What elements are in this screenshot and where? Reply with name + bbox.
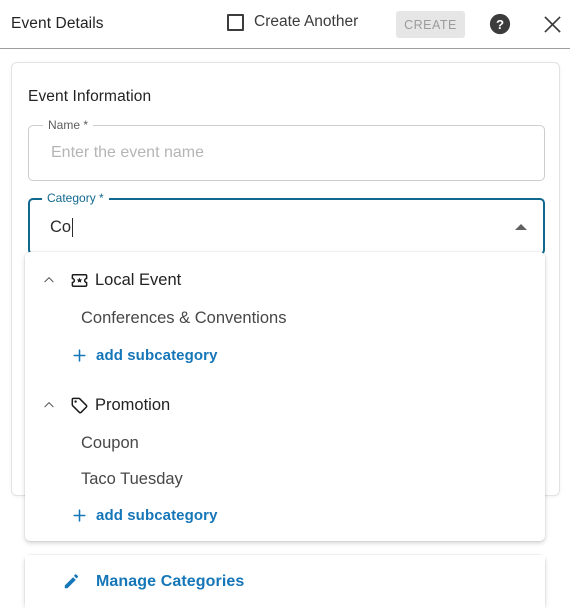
chevron-up-icon[interactable] [38,269,60,291]
add-subcategory-label: add subcategory [96,346,218,364]
manage-categories-label: Manage Categories [96,572,245,590]
add-subcategory-label: add subcategory [96,506,218,524]
manage-categories-panel[interactable]: Manage Categories [25,555,545,608]
tag-icon [68,394,90,416]
triangle-up-icon[interactable] [515,224,527,230]
dropdown-group-label: Promotion [95,395,171,414]
manage-categories-button[interactable]: Manage Categories [25,555,545,608]
subcategory-label: Conferences & Conventions [81,308,287,327]
text-caret [72,218,74,237]
subcategory-label: Coupon [81,433,139,452]
subcategory-label: Taco Tuesday [81,469,183,488]
dropdown-group-promotion[interactable]: Promotion [25,391,545,419]
plus-icon [70,346,88,364]
svg-text:?: ? [496,17,504,32]
add-subcategory-row-promotion[interactable]: add subcategory [25,502,545,528]
dropdown-group-local-event[interactable]: Local Event [25,266,545,294]
category-dropdown-panel[interactable]: Local Event Conferences & Conventions ad… [25,252,545,541]
dropdown-group-label: Local Event [95,270,182,289]
add-subcategory-button[interactable]: add subcategory [70,346,218,364]
add-subcategory-row-local-event[interactable]: add subcategory [25,342,545,368]
event-name-field[interactable]: Name * Enter the event name [28,118,545,181]
close-icon[interactable] [542,14,563,35]
dropdown-subcategory-item[interactable]: Taco Tuesday [25,466,545,492]
add-subcategory-button[interactable]: add subcategory [70,506,218,524]
section-title: Event Information [28,88,152,105]
pencil-icon [61,572,81,592]
event-name-label: Name * [43,118,94,132]
plus-icon [70,506,88,524]
category-input-wrapper[interactable]: Co [50,218,74,237]
chevron-up-icon[interactable] [38,394,60,416]
checkbox-box[interactable] [227,13,244,31]
page-title: Event Details [11,15,104,32]
dropdown-subcategory-item[interactable]: Conferences & Conventions [25,305,545,331]
event-name-input[interactable]: Enter the event name [51,144,204,162]
help-icon[interactable]: ? [489,13,511,35]
create-another-checkbox[interactable]: Create Another [227,13,358,31]
dropdown-subcategory-item[interactable]: Coupon [25,430,545,456]
dialog-header: Event Details Create Another CREATE ? [0,0,570,49]
category-input[interactable]: Co [50,218,71,237]
category-label: Category * [42,191,109,205]
category-field[interactable]: Category * Co [28,191,545,255]
ticket-icon [68,269,90,291]
create-another-label: Create Another [254,13,359,30]
create-button[interactable]: CREATE [396,11,465,38]
